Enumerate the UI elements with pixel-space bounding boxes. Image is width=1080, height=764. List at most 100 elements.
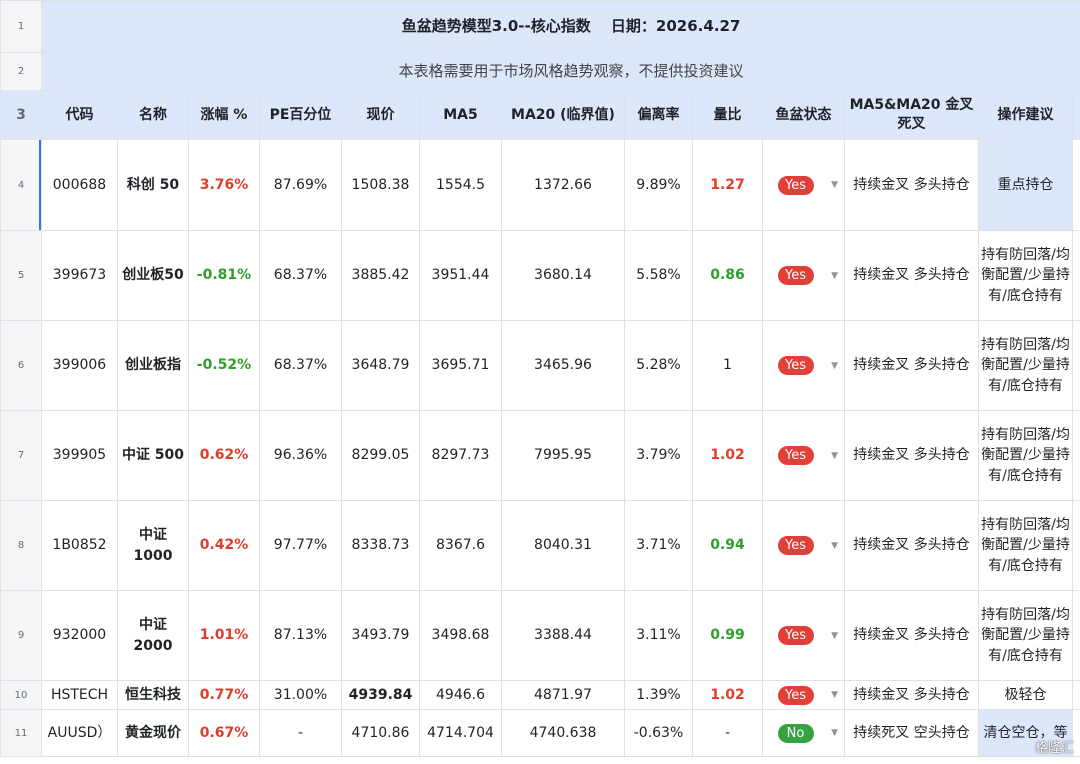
cell-cross[interactable]: 持续金叉 多头持仓 — [844, 500, 979, 591]
cell-deviation[interactable]: 5.58% — [624, 230, 693, 321]
cell-volume-ratio[interactable]: - — [692, 709, 763, 757]
cell-ma20[interactable]: 3680.14 — [501, 230, 625, 321]
cell-code[interactable]: 399006 — [41, 320, 118, 411]
sheet-subtitle[interactable]: 本表格需要用于市场风格趋势观察，不提供投资建议 — [40, 52, 1080, 91]
header-name[interactable]: 名称 — [117, 90, 189, 140]
cell-volume-ratio[interactable]: 1.27 — [692, 139, 763, 231]
dropdown-caret-icon[interactable]: ▼ — [831, 361, 838, 371]
cell-name[interactable]: 中证 2000 — [117, 590, 189, 681]
row-number[interactable]: 1 — [0, 0, 42, 53]
cell-ma20[interactable]: 4871.97 — [501, 680, 625, 710]
cell-deviation[interactable]: 9.89% — [624, 139, 693, 231]
cell-change[interactable]: 0.62% — [188, 410, 260, 501]
row-number[interactable]: 10 — [0, 680, 42, 710]
header-volume-ratio[interactable]: 量比 — [692, 90, 763, 140]
cell-advice[interactable]: 持有防回落/均衡配置/少量持有/底仓持有 — [978, 410, 1073, 501]
cell-deviation[interactable]: 1.39% — [624, 680, 693, 710]
cell-status[interactable]: Yes ▼ — [762, 680, 845, 710]
cell-volume-ratio[interactable]: 1.02 — [692, 410, 763, 501]
row-number[interactable]: 5 — [0, 230, 42, 321]
cell-advice[interactable]: 持有防回落/均衡配置/少量持有/底仓持有 — [978, 320, 1073, 411]
blank-cell[interactable] — [1071, 230, 1080, 321]
cell-status[interactable]: Yes ▼ — [762, 590, 845, 681]
cell-status[interactable]: Yes ▼ — [762, 139, 845, 231]
cell-code[interactable]: 000688 — [41, 139, 118, 231]
cell-ma5[interactable]: 3951.44 — [419, 230, 502, 321]
dropdown-caret-icon[interactable]: ▼ — [831, 271, 838, 281]
row-number[interactable]: 3 — [0, 90, 42, 140]
blank-cell[interactable] — [1071, 90, 1080, 140]
cell-ma20[interactable]: 3465.96 — [501, 320, 625, 411]
cell-advice[interactable]: 重点持仓 — [978, 139, 1073, 231]
cell-cross[interactable]: 持续金叉 多头持仓 — [844, 139, 979, 231]
cell-deviation[interactable]: 5.28% — [624, 320, 693, 411]
cell-pe[interactable]: 68.37% — [259, 320, 342, 411]
cell-code[interactable]: 1B0852 — [41, 500, 118, 591]
cell-ma5[interactable]: 4714.704 — [419, 709, 502, 757]
cell-cross[interactable]: 持续金叉 多头持仓 — [844, 230, 979, 321]
cell-volume-ratio[interactable]: 1.02 — [692, 680, 763, 710]
cell-price[interactable]: 1508.38 — [341, 139, 420, 231]
row-number[interactable]: 7 — [0, 410, 42, 501]
blank-cell[interactable] — [1071, 320, 1080, 411]
cell-pe[interactable]: 87.69% — [259, 139, 342, 231]
row-number[interactable]: 4 — [0, 139, 42, 231]
cell-price[interactable]: 8299.05 — [341, 410, 420, 501]
dropdown-caret-icon[interactable]: ▼ — [831, 451, 838, 461]
row-number[interactable]: 6 — [0, 320, 42, 411]
cell-status[interactable]: Yes ▼ — [762, 320, 845, 411]
blank-cell[interactable] — [1071, 590, 1080, 681]
cell-pe[interactable]: - — [259, 709, 342, 757]
cell-ma5[interactable]: 3695.71 — [419, 320, 502, 411]
row-number[interactable]: 8 — [0, 500, 42, 591]
header-ma5[interactable]: MA5 — [419, 90, 502, 140]
row-number[interactable]: 2 — [0, 52, 42, 91]
cell-ma5[interactable]: 4946.6 — [419, 680, 502, 710]
cell-code[interactable]: 932000 — [41, 590, 118, 681]
cell-cross[interactable]: 持续金叉 多头持仓 — [844, 320, 979, 411]
header-advice[interactable]: 操作建议 — [978, 90, 1073, 140]
cell-change[interactable]: 0.67% — [188, 709, 260, 757]
cell-deviation[interactable]: 3.79% — [624, 410, 693, 501]
cell-status[interactable]: No ▼ — [762, 709, 845, 757]
cell-status[interactable]: Yes ▼ — [762, 410, 845, 501]
cell-change[interactable]: 0.42% — [188, 500, 260, 591]
cell-cross[interactable]: 持续金叉 多头持仓 — [844, 410, 979, 501]
cell-name[interactable]: 恒生科技 — [117, 680, 189, 710]
cell-pe[interactable]: 68.37% — [259, 230, 342, 321]
cell-ma20[interactable]: 8040.31 — [501, 500, 625, 591]
sheet-title[interactable]: 鱼盆趋势模型3.0--核心指数 日期：2026.4.27 — [40, 0, 1080, 53]
cell-ma5[interactable]: 8297.73 — [419, 410, 502, 501]
cell-ma5[interactable]: 8367.6 — [419, 500, 502, 591]
dropdown-caret-icon[interactable]: ▼ — [831, 631, 838, 641]
cell-ma20[interactable]: 3388.44 — [501, 590, 625, 681]
cell-status[interactable]: Yes ▼ — [762, 230, 845, 321]
header-status[interactable]: 鱼盆状态 — [762, 90, 845, 140]
header-pe[interactable]: PE百分位 — [259, 90, 342, 140]
cell-pe[interactable]: 87.13% — [259, 590, 342, 681]
header-deviation[interactable]: 偏离率 — [624, 90, 693, 140]
header-cross[interactable]: MA5&MA20 金叉死叉 — [844, 90, 979, 140]
cell-deviation[interactable]: 3.71% — [624, 500, 693, 591]
cell-code[interactable]: 399673 — [41, 230, 118, 321]
cell-advice[interactable]: 持有防回落/均衡配置/少量持有/底仓持有 — [978, 500, 1073, 591]
cell-status[interactable]: Yes ▼ — [762, 500, 845, 591]
cell-pe[interactable]: 31.00% — [259, 680, 342, 710]
cell-volume-ratio[interactable]: 0.94 — [692, 500, 763, 591]
blank-cell[interactable] — [1071, 139, 1080, 231]
cell-deviation[interactable]: 3.11% — [624, 590, 693, 681]
dropdown-caret-icon[interactable]: ▼ — [831, 541, 838, 551]
cell-price[interactable]: 3885.42 — [341, 230, 420, 321]
cell-change[interactable]: 3.76% — [188, 139, 260, 231]
cell-price[interactable]: 4939.84 — [341, 680, 420, 710]
cell-pe[interactable]: 97.77% — [259, 500, 342, 591]
dropdown-caret-icon[interactable]: ▼ — [831, 181, 838, 190]
blank-cell[interactable] — [1071, 410, 1080, 501]
header-code[interactable]: 代码 — [41, 90, 118, 140]
blank-cell[interactable] — [1071, 500, 1080, 591]
cell-ma5[interactable]: 1554.5 — [419, 139, 502, 231]
cell-change[interactable]: -0.52% — [188, 320, 260, 411]
cell-price[interactable]: 4710.86 — [341, 709, 420, 757]
cell-price[interactable]: 8338.73 — [341, 500, 420, 591]
cell-advice[interactable]: 持有防回落/均衡配置/少量持有/底仓持有 — [978, 590, 1073, 681]
